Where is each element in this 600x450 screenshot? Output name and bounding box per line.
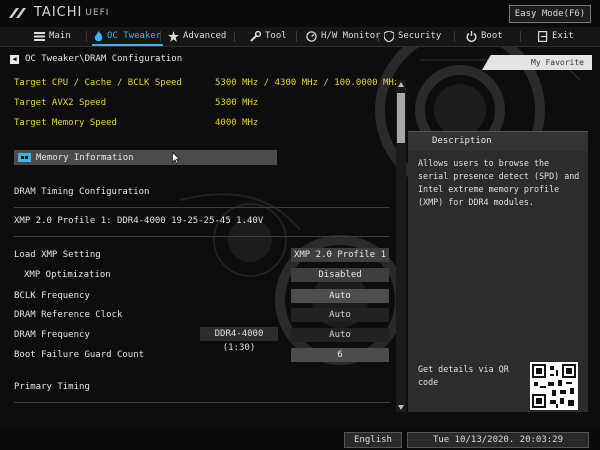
nav-divider xyxy=(86,31,87,42)
memory-information-label: Memory Information xyxy=(36,152,134,163)
tab-label: Main xyxy=(49,31,71,41)
main-nav: Main OC Tweaker Advanced Tool H/W Monito… xyxy=(0,27,600,47)
tab-label: Advanced xyxy=(183,31,227,41)
monitor-icon xyxy=(306,31,317,42)
tab-security[interactable]: Security xyxy=(384,27,441,46)
brand-name: TAICHI xyxy=(34,5,83,20)
target-avx2-value: 5300 MHz xyxy=(215,98,259,108)
qr-code-icon xyxy=(530,362,578,410)
nav-divider xyxy=(296,31,297,42)
boot-failure-guard-label: Boot Failure Guard Count xyxy=(14,350,145,360)
tab-label: H/W Monitor xyxy=(321,31,381,41)
flame-icon xyxy=(94,31,103,42)
dram-reference-clock-label: DRAM Reference Clock xyxy=(14,310,123,320)
qr-label: Get details via QR code xyxy=(418,364,509,387)
list-icon xyxy=(34,32,45,41)
nav-divider xyxy=(378,31,379,42)
back-button[interactable]: ◀ xyxy=(10,54,19,64)
language-button[interactable]: English xyxy=(344,432,402,448)
tab-label: Tool xyxy=(265,31,287,41)
memory-module-icon xyxy=(18,153,31,162)
tab-tool[interactable]: Tool xyxy=(250,27,287,46)
load-xmp-setting-label: Load XMP Setting xyxy=(14,250,101,260)
shield-icon xyxy=(384,31,394,42)
tab-main[interactable]: Main xyxy=(34,27,71,46)
description-title: Description xyxy=(408,132,588,151)
target-memory-value: 4000 MHz xyxy=(215,118,259,128)
star-icon xyxy=(168,31,179,42)
power-icon xyxy=(466,31,477,42)
nav-divider xyxy=(160,31,161,42)
bclk-frequency-label: BCLK Frequency xyxy=(14,291,90,301)
section-divider xyxy=(14,236,390,237)
xmp-profile-info: XMP 2.0 Profile 1: DDR4-4000 19-25-25-45… xyxy=(14,216,264,226)
scrollbar[interactable] xyxy=(396,80,406,412)
description-panel: Description Allows users to browse the s… xyxy=(408,131,588,412)
xmp-optimization-select[interactable]: Disabled xyxy=(291,268,389,282)
target-avx2-label: Target AVX2 Speed xyxy=(14,98,107,108)
scroll-down-arrow-icon[interactable] xyxy=(397,404,405,411)
xmp-optimization-label: XMP Optimization xyxy=(24,270,111,280)
tab-exit[interactable]: Exit xyxy=(538,27,574,46)
section-divider xyxy=(14,402,390,403)
breadcrumb: ◀ OC Tweaker\DRAM Configuration xyxy=(10,53,182,65)
tab-hw-monitor[interactable]: H/W Monitor xyxy=(306,27,381,46)
tab-label: Security xyxy=(398,31,442,41)
tab-label: Exit xyxy=(552,31,574,41)
scroll-up-arrow-icon[interactable] xyxy=(397,81,405,88)
primary-timing-heading: Primary Timing xyxy=(14,382,90,392)
nav-divider xyxy=(454,31,455,42)
scrollbar-thumb[interactable] xyxy=(397,93,405,143)
dram-timing-heading: DRAM Timing Configuration xyxy=(14,187,150,197)
tools-icon xyxy=(250,31,261,42)
tab-boot[interactable]: Boot xyxy=(466,27,503,46)
dram-frequency-label: DRAM Frequency xyxy=(14,330,90,340)
dram-reference-clock-select[interactable]: Auto xyxy=(291,308,389,322)
taichi-mark-icon xyxy=(9,7,26,18)
footer-bar: English Tue 10/13/2020. 20:03:29 xyxy=(0,428,600,450)
description-text: Allows users to browse the serial presen… xyxy=(418,158,580,207)
taichi-logo: TAICHI UEFI xyxy=(8,5,109,20)
tab-advanced[interactable]: Advanced xyxy=(168,27,226,46)
dram-frequency-select[interactable]: Auto xyxy=(291,328,389,342)
exit-icon xyxy=(538,31,548,42)
datetime-display: Tue 10/13/2020. 20:03:29 xyxy=(407,432,589,448)
target-cpu-value: 5300 MHz / 4300 MHz / 100.0000 MHz xyxy=(215,78,400,88)
tab-label: Boot xyxy=(481,31,503,41)
boot-failure-guard-input[interactable]: 6 xyxy=(291,348,389,362)
nav-divider xyxy=(234,31,235,42)
breadcrumb-text: OC Tweaker\DRAM Configuration xyxy=(25,54,183,64)
top-bar: TAICHI UEFI Easy Mode(F6) xyxy=(0,0,600,27)
memory-information-item[interactable]: Memory Information xyxy=(14,150,277,165)
nav-divider xyxy=(520,31,521,42)
easy-mode-button[interactable]: Easy Mode(F6) xyxy=(509,5,591,23)
tab-label: OC Tweaker xyxy=(107,31,162,41)
dram-frequency-current: DDR4-4000 (1:30) xyxy=(200,327,278,353)
my-favorite-button[interactable]: My Favorite xyxy=(482,55,592,70)
tab-oc-tweaker[interactable]: OC Tweaker xyxy=(91,27,164,46)
target-cpu-label: Target CPU / Cache / BCLK Speed xyxy=(14,78,182,88)
section-divider xyxy=(14,207,390,208)
load-xmp-setting-select[interactable]: XMP 2.0 Profile 1 xyxy=(291,248,389,262)
target-memory-label: Target Memory Speed xyxy=(14,118,117,128)
brand-sub: UEFI xyxy=(85,7,110,18)
mouse-cursor-icon xyxy=(172,152,180,164)
bclk-frequency-input[interactable]: Auto xyxy=(291,289,389,303)
